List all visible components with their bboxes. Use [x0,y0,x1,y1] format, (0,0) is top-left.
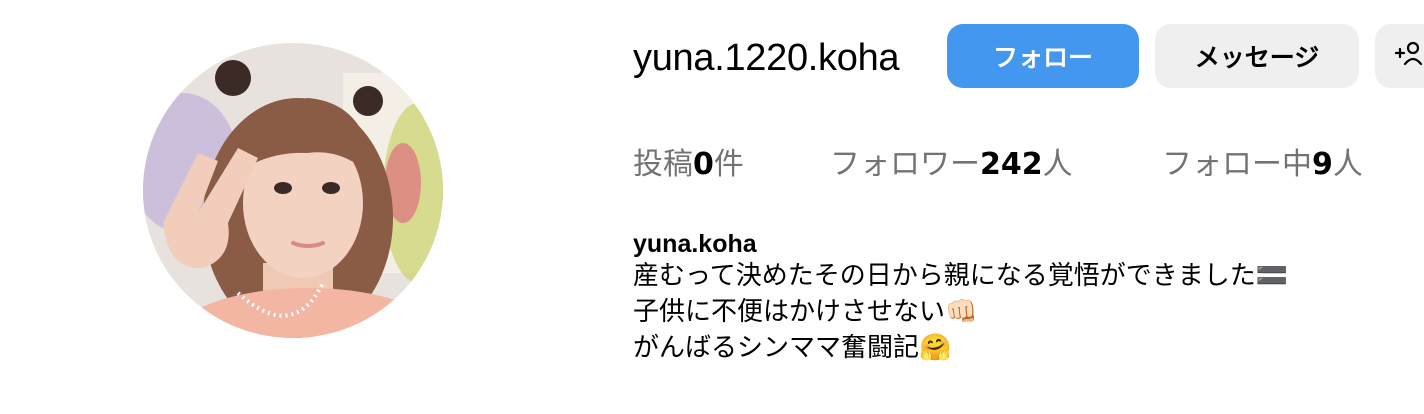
following-label: フォロー中 [1162,147,1312,182]
following-link[interactable]: フォロー中9人 [1162,145,1363,185]
followers-link[interactable]: フォロワー242人 [830,145,1073,185]
followers-number: 242 [980,147,1043,182]
followers-unit: 人 [1042,147,1073,182]
posts-count: 投稿0件 [633,145,744,185]
posts-label: 投稿 [633,147,693,182]
bio-line: 産むって決めたその日から親になる覚悟ができました🟰 [633,261,1289,291]
suggest-users-button[interactable] [1375,24,1424,88]
profile-display-name: yuna.koha [633,230,757,258]
posts-unit: 件 [713,147,744,182]
following-number: 9 [1312,147,1333,182]
message-button[interactable]: メッセージ [1155,24,1359,88]
followers-label: フォロワー [830,147,980,182]
bio-line: 子供に不便はかけさせない👊🏻 [633,297,978,327]
profile-username: yuna.1220.koha [633,37,900,79]
add-person-icon [1393,40,1423,72]
profile-bio: 産むって決めたその日から親になる覚悟ができました🟰 子供に不便はかけさせない👊🏻… [633,258,1288,366]
bio-line: がんばるシンママ奮闘記🤗 [633,333,952,363]
profile-avatar[interactable] [143,43,443,338]
follow-button[interactable]: フォロー [947,24,1139,88]
posts-number: 0 [693,147,714,182]
following-unit: 人 [1332,147,1363,182]
profile-photo [143,43,443,338]
